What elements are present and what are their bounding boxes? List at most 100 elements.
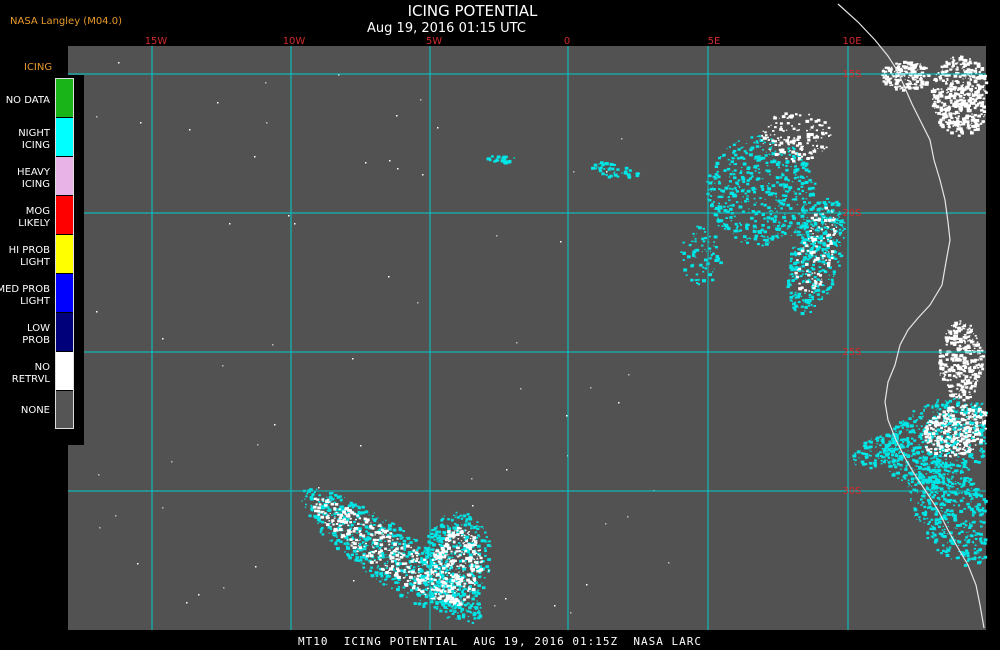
cloud-pixel bbox=[948, 546, 952, 549]
cloud-pixel bbox=[424, 578, 427, 580]
cloud-pixel bbox=[359, 534, 362, 537]
cloud-pixel bbox=[436, 555, 440, 558]
cloud-pixel bbox=[798, 192, 802, 195]
cloud-pixel bbox=[950, 106, 952, 108]
cloud-pixel bbox=[483, 577, 486, 579]
cloud-pixel bbox=[967, 379, 971, 381]
cloud-pixel bbox=[821, 150, 823, 152]
cloud-pixel bbox=[459, 564, 463, 567]
cloud-pixel bbox=[765, 151, 767, 153]
cloud-pixel bbox=[335, 523, 339, 525]
cloud-pixel bbox=[400, 552, 403, 555]
cloud-pixel bbox=[777, 232, 779, 234]
cloud-pixel bbox=[942, 525, 944, 527]
cloud-pixel bbox=[454, 563, 456, 565]
cloud-pixel bbox=[457, 567, 461, 570]
cloud-pixel bbox=[466, 545, 469, 548]
cloud-pixel bbox=[424, 560, 427, 563]
cloud-pixel bbox=[769, 173, 771, 176]
cloud-pixel bbox=[763, 217, 766, 220]
cloud-pixel bbox=[790, 235, 792, 236]
cloud-pixel bbox=[937, 415, 941, 419]
cloud-pixel bbox=[798, 123, 801, 125]
cloud-pixel bbox=[900, 424, 903, 427]
cloud-pixel bbox=[949, 539, 953, 543]
cloud-pixel bbox=[374, 534, 376, 536]
cloud-pixel bbox=[390, 546, 394, 549]
cloud-pixel bbox=[974, 383, 977, 386]
cloud-pixel bbox=[304, 506, 307, 508]
cloud-pixel bbox=[767, 126, 770, 128]
cloud-pixel bbox=[785, 129, 788, 131]
cloud-pixel bbox=[953, 334, 955, 336]
cloud-pixel bbox=[921, 441, 925, 444]
cloud-pixel bbox=[832, 275, 835, 277]
cloud-pixel bbox=[958, 532, 961, 534]
cloud-pixel bbox=[444, 550, 448, 553]
cloud-pixel bbox=[696, 225, 699, 228]
cloud-pixel bbox=[441, 549, 446, 552]
cloud-pixel bbox=[953, 514, 957, 517]
cloud-pixel bbox=[716, 219, 720, 222]
cloud-pixel bbox=[408, 575, 413, 579]
cloud-pixel bbox=[333, 508, 336, 511]
cloud-pixel bbox=[795, 196, 798, 198]
cloud-pixel bbox=[957, 525, 959, 527]
cloud-pixel bbox=[956, 420, 960, 423]
cloud-pixel bbox=[965, 551, 970, 555]
cloud-pixel bbox=[980, 455, 984, 458]
cloud-pixel bbox=[802, 280, 805, 283]
cloud-pixel bbox=[957, 456, 960, 458]
cloud-pixel bbox=[897, 477, 900, 479]
cloud-pixel bbox=[786, 122, 790, 125]
cloud-pixel bbox=[476, 561, 479, 563]
cloud-pixel bbox=[813, 238, 817, 242]
cloud-pixel bbox=[730, 160, 734, 164]
cloud-pixel bbox=[808, 270, 812, 274]
cloud-pixel bbox=[433, 562, 436, 564]
cloud-pixel bbox=[970, 497, 974, 500]
cloud-pixel bbox=[823, 121, 827, 124]
cloud-pixel bbox=[928, 440, 930, 442]
cloud-pixel bbox=[720, 196, 724, 198]
cloud-pixel bbox=[728, 163, 731, 165]
cloud-pixel bbox=[805, 203, 808, 205]
cloud-pixel bbox=[950, 438, 953, 440]
cloud-pixel bbox=[371, 544, 373, 546]
cloud-pixel bbox=[912, 410, 916, 413]
cloud-pixel bbox=[825, 259, 828, 261]
cloud-pixel bbox=[305, 503, 307, 506]
cloud-pixel bbox=[973, 460, 978, 464]
cloud-pixel bbox=[918, 516, 921, 519]
cloud-pixel bbox=[826, 253, 828, 255]
cloud-pixel bbox=[928, 520, 931, 523]
cloud-pixel bbox=[969, 339, 971, 341]
cloud-pixel bbox=[477, 616, 481, 620]
cloud-pixel bbox=[382, 583, 386, 586]
cloud-pixel bbox=[938, 454, 942, 458]
icing-map[interactable]: 15W 10W 5W 0 5E 10E 15S 20S 25S 30S bbox=[0, 0, 1000, 650]
cloud-pixel bbox=[446, 574, 449, 577]
cloud-pixel bbox=[981, 557, 984, 560]
cloud-pixel bbox=[958, 390, 960, 392]
cloud-pixel bbox=[728, 176, 731, 178]
cloud-pixel bbox=[939, 413, 942, 416]
cloud-pixel bbox=[967, 78, 969, 79]
cloud-pixel bbox=[966, 531, 968, 533]
cloud-pixel bbox=[917, 462, 920, 464]
cloud-pixel bbox=[389, 537, 392, 539]
cloud-pixel bbox=[338, 516, 342, 520]
cloud-pixel bbox=[839, 255, 842, 258]
cloud-pixel bbox=[379, 543, 384, 547]
cloud-pixel bbox=[922, 512, 925, 514]
cloud-pixel bbox=[979, 550, 981, 552]
cloud-pixel bbox=[313, 491, 316, 494]
cloud-pixel bbox=[465, 529, 467, 531]
cloud-pixel bbox=[467, 587, 471, 591]
cloud-pixel bbox=[960, 523, 963, 525]
cloud-pixel bbox=[713, 268, 715, 270]
cloud-pixel bbox=[974, 534, 977, 537]
cloud-pixel bbox=[930, 525, 933, 527]
cloud-pixel bbox=[377, 531, 381, 534]
cloud-pixel bbox=[934, 522, 939, 526]
